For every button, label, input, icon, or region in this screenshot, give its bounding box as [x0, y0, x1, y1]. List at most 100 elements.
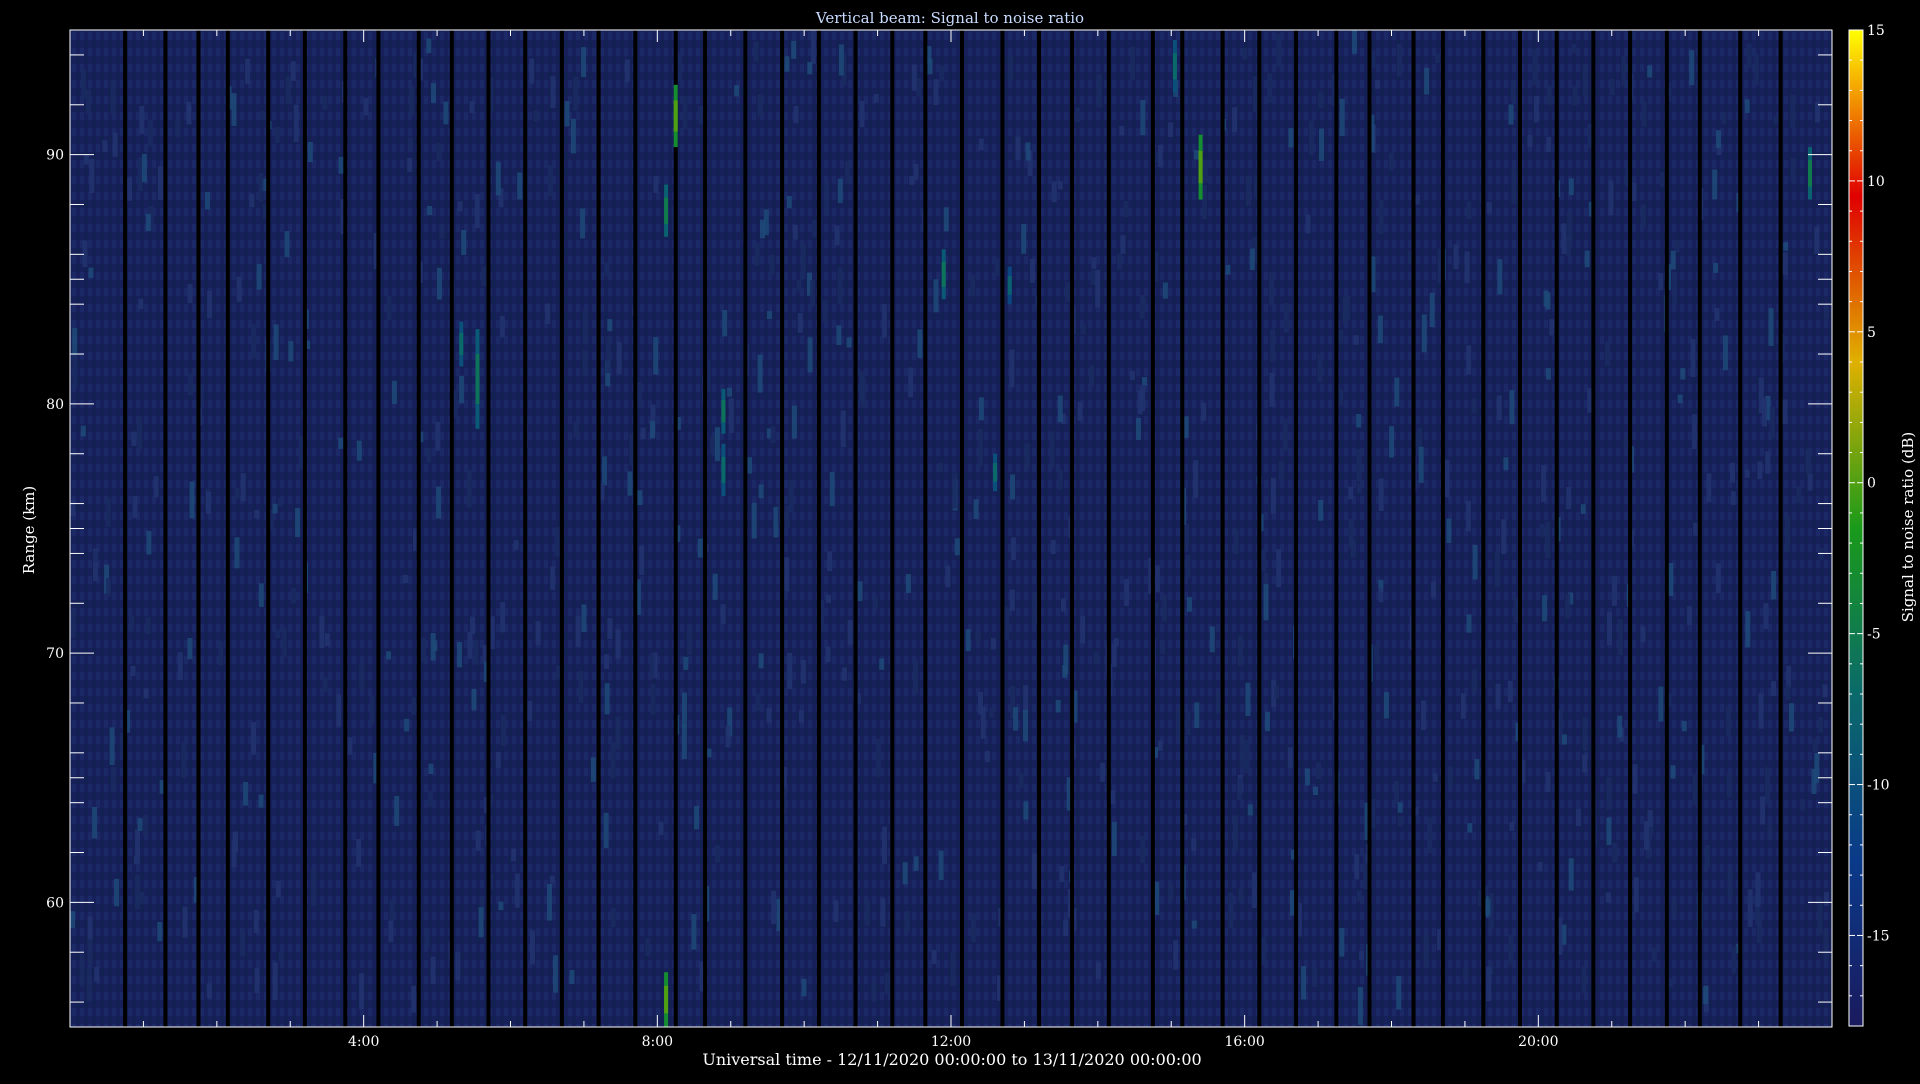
noise-cell — [1768, 308, 1774, 346]
noise-cell — [1018, 773, 1024, 788]
noise-cell — [1690, 339, 1696, 377]
noise-cell — [409, 86, 415, 116]
noise-cell — [1186, 597, 1192, 612]
noise-cell — [1758, 693, 1764, 729]
noise-cell — [1111, 822, 1117, 857]
noise-cell — [1312, 967, 1318, 987]
noise-cell — [773, 506, 779, 538]
noise-cell — [615, 629, 621, 659]
noise-cell — [1677, 394, 1683, 404]
noise-cell — [1120, 235, 1126, 254]
colorbar-tick-label: 5 — [1867, 325, 1876, 341]
noise-cell — [1671, 899, 1677, 919]
noise-cell — [1660, 172, 1666, 188]
noise-cell — [134, 856, 139, 865]
noise-cell — [158, 166, 163, 200]
chart-title: Vertical beam: Signal to noise ratio — [815, 9, 1084, 27]
noise-cell — [1237, 778, 1243, 801]
noise-cell — [1356, 483, 1362, 494]
noise-cell — [583, 309, 588, 344]
noise-cell — [137, 818, 143, 831]
noise-cell — [872, 597, 878, 610]
noise-cell — [881, 304, 887, 338]
noise-cell — [1154, 565, 1160, 593]
noise-cell — [260, 111, 266, 120]
noise-cell — [1640, 626, 1646, 643]
noise-cell — [1510, 80, 1516, 102]
noise-cell — [86, 968, 92, 1002]
noise-cell — [394, 795, 400, 826]
noise-cell — [1513, 597, 1519, 623]
noise-cell — [457, 642, 462, 668]
data-gap — [1257, 30, 1262, 1027]
noise-cell — [1009, 589, 1015, 611]
data-gap — [1070, 30, 1075, 1027]
data-gap — [123, 30, 128, 1027]
y-axis-label: Range (km) — [20, 486, 38, 575]
noise-cell — [1744, 99, 1750, 113]
noise-cell — [1582, 754, 1588, 773]
noise-cell — [1356, 449, 1362, 482]
noise-cell — [640, 427, 646, 440]
noise-cell — [1093, 652, 1099, 665]
noise-cell — [135, 875, 141, 909]
noise-cell — [1444, 459, 1450, 498]
noise-cell — [1760, 796, 1766, 825]
noise-cell — [1674, 239, 1680, 253]
noise-cell — [474, 193, 480, 229]
noise-cell — [788, 479, 794, 513]
noise-cell — [1501, 519, 1507, 555]
noise-cell — [1726, 773, 1732, 797]
noise-cell — [187, 284, 193, 303]
noise-cell — [809, 280, 815, 307]
noise-cell — [1209, 626, 1215, 653]
noise-cell — [1233, 815, 1238, 851]
noise-cell — [1549, 319, 1555, 336]
noise-cell — [1191, 838, 1197, 851]
noise-cell — [204, 192, 210, 210]
noise-cell — [1822, 684, 1828, 698]
noise-cell — [610, 908, 616, 928]
noise-cell — [1244, 740, 1250, 774]
noise-cell — [1466, 201, 1472, 219]
noise-cell — [1282, 419, 1288, 451]
noise-cell — [1464, 251, 1470, 284]
noise-cell — [495, 752, 501, 769]
noise-cell — [1704, 845, 1710, 869]
noise-cell — [610, 742, 616, 779]
noise-cell — [254, 968, 260, 993]
noise-cell — [1571, 43, 1577, 53]
noise-cell — [145, 617, 151, 635]
noise-cell — [1687, 606, 1693, 626]
data-gap — [1554, 30, 1559, 1027]
noise-cell — [1157, 740, 1163, 751]
data-gap — [225, 30, 230, 1027]
noise-cell — [1817, 898, 1823, 935]
noise-cell — [842, 667, 847, 681]
noise-cell — [86, 89, 91, 114]
noise-cell — [475, 830, 481, 851]
noise-cell — [1631, 182, 1637, 201]
noise-cell — [369, 695, 375, 725]
noise-cell — [825, 646, 831, 662]
noise-cell — [293, 104, 299, 142]
noise-cell — [288, 341, 294, 362]
noise-cell — [1670, 765, 1676, 779]
noise-cell — [871, 981, 877, 1002]
noise-cell — [1715, 563, 1721, 594]
noise-cell — [1785, 684, 1791, 700]
noise-cell — [1485, 899, 1491, 916]
noise-cell — [1435, 53, 1441, 63]
noise-cell — [1015, 136, 1021, 161]
noise-cell — [1726, 706, 1732, 737]
noise-cell — [1496, 395, 1502, 421]
noise-cell — [1353, 335, 1359, 345]
noise-cell — [1394, 781, 1399, 804]
noise-cell — [784, 557, 790, 592]
noise-cell — [1031, 853, 1037, 890]
noise-cell — [285, 76, 291, 104]
noise-cell — [324, 633, 330, 647]
noise-cell — [407, 137, 413, 151]
noise-cell — [411, 697, 417, 715]
colorbar-label: Signal to noise ratio (dB) — [1899, 432, 1917, 623]
